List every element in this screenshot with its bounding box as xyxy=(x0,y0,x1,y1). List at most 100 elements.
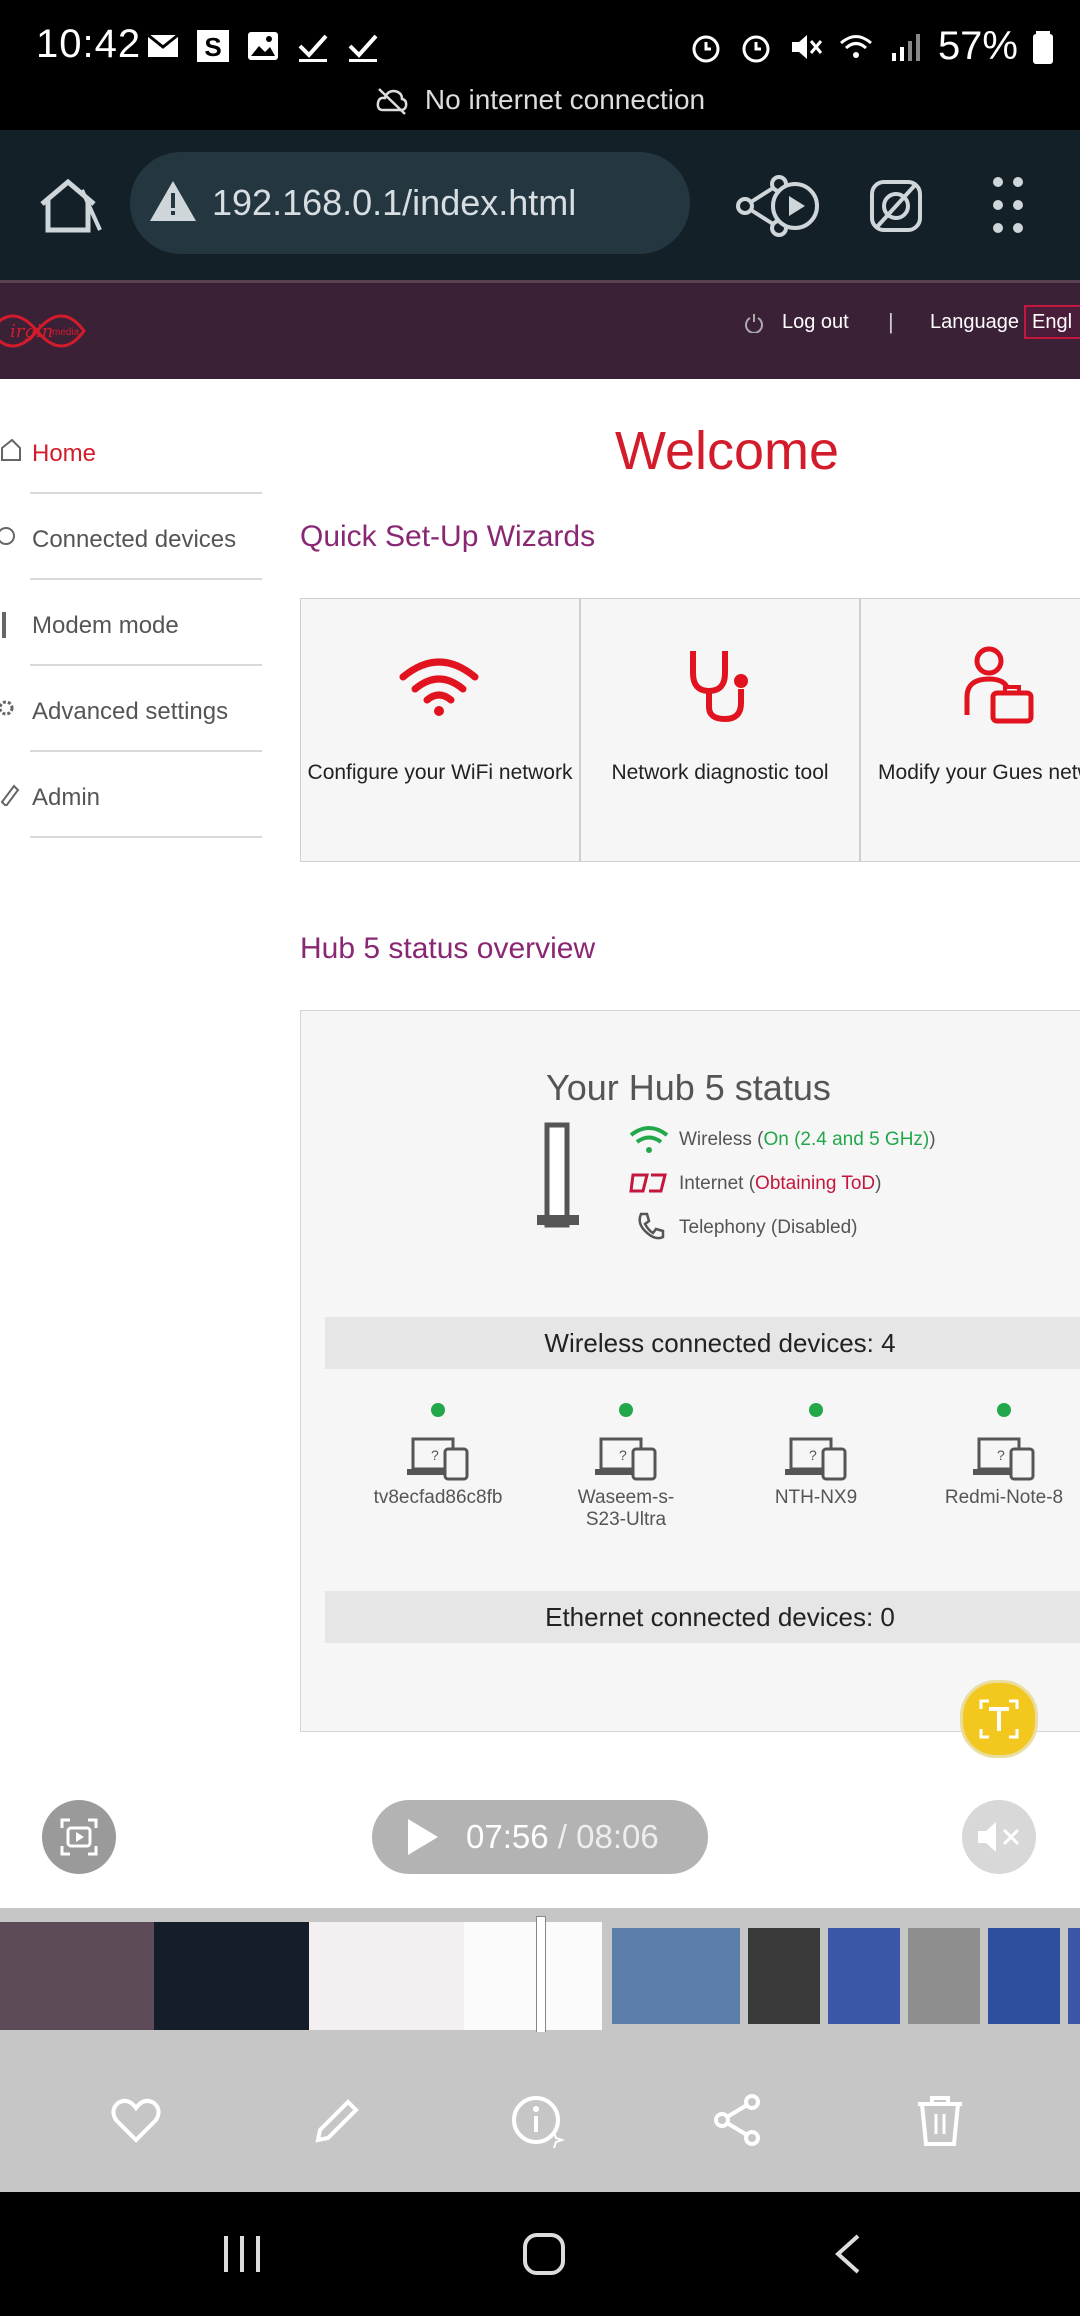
url-bar[interactable]: 192.168.0.1/index.html xyxy=(130,152,690,254)
notification-icons: S xyxy=(145,28,381,64)
logout-link[interactable]: Log out xyxy=(782,311,849,334)
delete-trash-icon[interactable] xyxy=(912,2092,968,2148)
svg-text:S: S xyxy=(204,32,221,62)
svg-text:?: ? xyxy=(997,1447,1005,1463)
wizard-label: Network diagnostic tool xyxy=(611,761,829,784)
sidebar-item-home[interactable]: Home xyxy=(1,406,262,494)
url-text[interactable]: 192.168.0.1/index.html xyxy=(212,182,576,224)
gallery-thumbnail[interactable] xyxy=(828,1928,900,2024)
guest-user-icon xyxy=(964,646,1034,724)
sidebar-item-admin[interactable]: Admin xyxy=(0,750,262,838)
header-separator: | xyxy=(888,309,894,334)
favorite-heart-icon[interactable] xyxy=(108,2092,164,2148)
pencil-icon xyxy=(0,784,20,806)
back-nav-icon[interactable] xyxy=(830,2232,866,2276)
sidebar-item-connected-devices[interactable]: Connected devices xyxy=(0,492,262,580)
sidebar-item-label: Advanced settings xyxy=(32,698,229,725)
device-type-icon: ? xyxy=(595,1437,657,1481)
cloud-off-icon xyxy=(376,88,408,115)
system-navigation-bar xyxy=(0,2192,1080,2316)
gallery-thumbnail[interactable] xyxy=(612,1928,740,2024)
check-icon xyxy=(298,34,328,62)
warning-icon[interactable] xyxy=(148,178,198,224)
device-item[interactable]: ? tv8ecfad86c8fb xyxy=(363,1403,513,1509)
device-type-icon: ? xyxy=(973,1437,1035,1481)
timeline-frame xyxy=(464,1922,602,2030)
wireless-status-label: Wireless ( xyxy=(679,1129,764,1150)
gallery-thumbnail[interactable] xyxy=(748,1928,820,2024)
tab-switcher-icon[interactable] xyxy=(866,174,926,236)
device-item[interactable]: ? Redmi-Note-8 xyxy=(929,1403,1079,1509)
stethoscope-icon xyxy=(690,651,748,723)
sidebar-item-modem-mode[interactable]: Modem mode xyxy=(2,578,262,666)
phone-icon xyxy=(638,1212,665,1240)
timeline-playhead[interactable] xyxy=(536,1916,546,2038)
more-options-icon[interactable] xyxy=(988,172,1028,238)
sidebar-item-label: Home xyxy=(32,440,97,467)
wireless-status-close: ) xyxy=(929,1129,936,1150)
capture-frame-button[interactable] xyxy=(42,1800,116,1874)
gallery-thumbnail[interactable] xyxy=(1068,1928,1080,2024)
device-type-icon: ? xyxy=(407,1437,469,1481)
sidebar-item-advanced-settings[interactable]: Advanced settings xyxy=(0,664,262,752)
share-icon[interactable] xyxy=(710,2092,766,2148)
text-extract-button[interactable] xyxy=(960,1680,1038,1758)
edit-pencil-icon[interactable] xyxy=(310,2092,366,2148)
devices-icon xyxy=(0,527,15,545)
wizard-label: Configure your WiFi network xyxy=(307,761,573,784)
home-icon[interactable] xyxy=(38,176,104,234)
timeline-frame xyxy=(0,1922,154,2030)
duration: 08:06 xyxy=(576,1818,659,1855)
wizard-guest-network[interactable]: Modify your Gues network xyxy=(860,598,1080,862)
wizard-network-diagnostic[interactable]: Network diagnostic tool xyxy=(580,598,860,862)
wireless-devices-bar[interactable]: Wireless connected devices: 4 xyxy=(325,1317,1080,1369)
gallery-icon xyxy=(248,32,278,60)
svg-text:irgin: irgin xyxy=(10,321,53,342)
wifi-icon xyxy=(399,658,479,716)
device-name: Waseem-s-S23-Ultra xyxy=(577,1487,675,1530)
router-page: irgin media Log out | Language Engl Home … xyxy=(0,280,1080,1908)
video-timeline-strip[interactable] xyxy=(0,1908,1080,2038)
language-select[interactable]: Engl xyxy=(1024,305,1080,339)
internet-status: Internet (Obtaining ToD) xyxy=(679,1173,881,1195)
gallery-thumbnail[interactable] xyxy=(988,1928,1060,2024)
play-icon[interactable] xyxy=(402,1816,442,1858)
internet-status-close: ) xyxy=(875,1173,882,1194)
battery-level: 57% xyxy=(937,24,1018,68)
hub-status-panel: Your Hub 5 status Wireless (On (2.4 and … xyxy=(300,1010,1080,1732)
internet-status-value: Obtaining ToD xyxy=(755,1173,876,1194)
wifi-status-icon xyxy=(629,1126,669,1153)
sidebar-item-label: Modem mode xyxy=(32,612,179,639)
text-recognition-icon xyxy=(979,1699,1019,1739)
no-internet-notice: No internet connection xyxy=(0,84,1080,116)
volume-mute-icon xyxy=(978,1822,1020,1852)
device-online-dot xyxy=(431,1403,445,1417)
wireless-status-value: On (2.4 and 5 GHz) xyxy=(763,1129,930,1150)
gallery-thumbnail[interactable] xyxy=(908,1928,980,2024)
wizard-configure-wifi[interactable]: Configure your WiFi network xyxy=(300,598,580,862)
language-label: Language xyxy=(930,311,1019,333)
device-item[interactable]: ? NTH-NX9 xyxy=(741,1403,891,1509)
svg-text:?: ? xyxy=(619,1447,627,1463)
device-online-dot xyxy=(619,1403,633,1417)
gallery-action-bar xyxy=(0,2032,1080,2192)
recent-apps-icon[interactable] xyxy=(218,2232,266,2276)
power-icon[interactable] xyxy=(744,313,764,333)
wizard-label: Modify your Gues network xyxy=(878,761,1080,784)
mute-button[interactable] xyxy=(962,1800,1036,1874)
share-video-icon[interactable] xyxy=(735,174,825,238)
battery-icon xyxy=(1033,30,1053,64)
svg-text:?: ? xyxy=(809,1447,817,1463)
device-item[interactable]: ? Waseem-s-S23-Ultra xyxy=(551,1403,701,1531)
hub-device-icon xyxy=(537,1122,579,1228)
check-icon xyxy=(348,34,378,62)
ethernet-devices-bar[interactable]: Ethernet connected devices: 0 xyxy=(325,1591,1080,1643)
device-online-dot xyxy=(997,1403,1011,1417)
home-nav-icon[interactable] xyxy=(520,2230,568,2278)
hub-status-title: Your Hub 5 status xyxy=(546,1067,831,1108)
video-playback-control[interactable]: 07:56 / 08:06 xyxy=(372,1800,708,1874)
alarm-icon xyxy=(692,35,720,62)
info-icon[interactable] xyxy=(510,2092,566,2148)
s-app-icon: S xyxy=(197,30,229,62)
internet-status-icon xyxy=(629,1173,667,1193)
